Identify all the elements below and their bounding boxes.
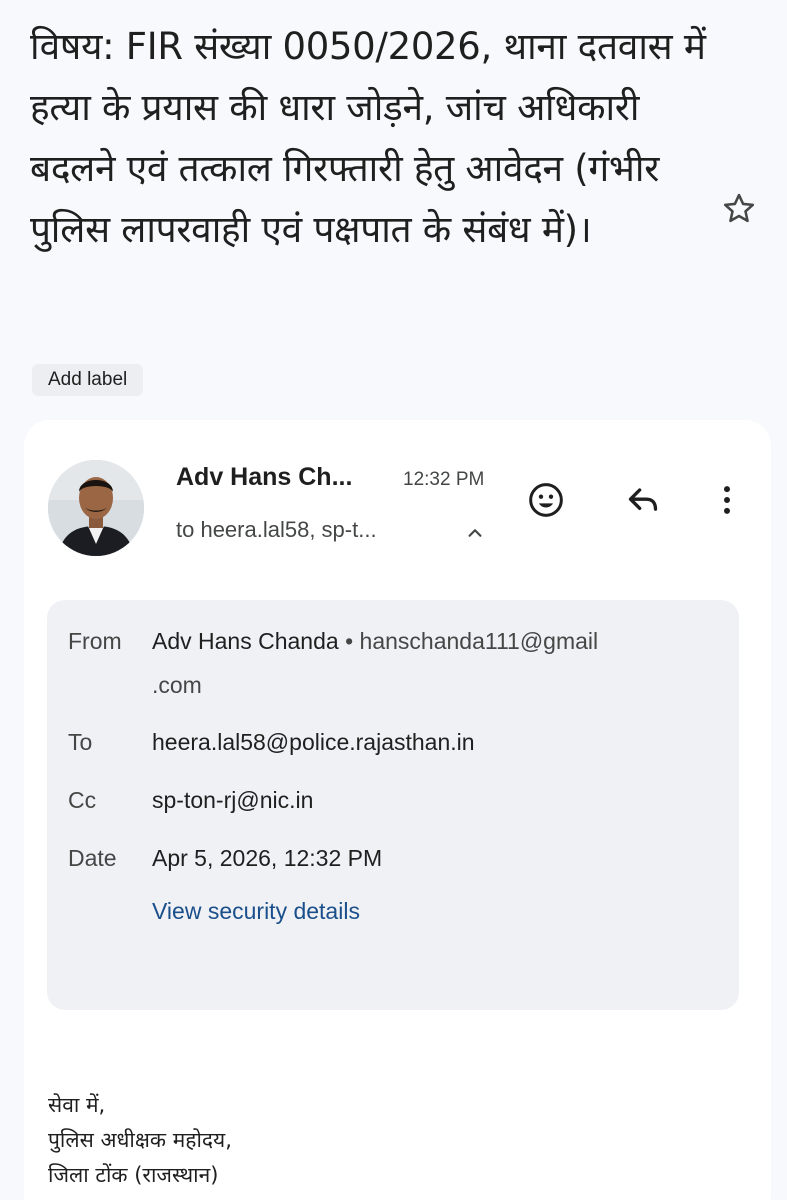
date-value: Apr 5, 2026, 12:32 PM [152, 845, 383, 871]
from-email[interactable]: hanschanda111@gmail [360, 628, 599, 654]
star-button[interactable] [716, 186, 762, 232]
from-label: From [68, 628, 122, 654]
sender-name[interactable]: Adv Hans Ch... [176, 463, 352, 492]
star-icon [723, 193, 755, 223]
more-options-button[interactable] [703, 476, 751, 524]
reply-button[interactable] [619, 476, 667, 524]
body-line: जिला टोंक (राजस्थान) [48, 1163, 219, 1187]
from-email-continued[interactable]: .com [152, 672, 202, 698]
avatar-photo [48, 460, 144, 556]
chevron-up-icon [468, 529, 482, 537]
view-security-details-link[interactable]: View security details [152, 898, 360, 925]
collapse-details-button[interactable] [462, 520, 488, 546]
message-time: 12:32 PM [403, 469, 485, 490]
from-value: Adv Hans Chanda • hanschanda111@gmail .co… [152, 619, 712, 707]
from-name: Adv Hans Chanda [152, 628, 339, 654]
body-line: सेवा में, [48, 1093, 106, 1117]
date-label: Date [68, 845, 117, 871]
react-emoji-button[interactable] [522, 476, 570, 524]
more-vert-icon [724, 486, 730, 514]
reply-icon [628, 488, 658, 511]
sender-avatar[interactable] [48, 460, 144, 556]
emoji-icon [529, 483, 563, 517]
cc-value[interactable]: sp-ton-rj@nic.in [152, 778, 313, 822]
to-value[interactable]: heera.lal58@police.rajasthan.in [152, 720, 475, 764]
cc-label: Cc [68, 787, 97, 813]
to-label: To [68, 729, 93, 755]
add-label-chip[interactable]: Add label [32, 364, 144, 396]
message-body: सेवा में, पुलिस अधीक्षक महोदय, जिला टोंक… [48, 1088, 232, 1193]
subject-row: विषय: FIR संख्या 0050/2026, थाना दतवास म… [30, 16, 710, 260]
from-separator: • [338, 628, 360, 654]
recipients-summary[interactable]: to heera.lal58, sp-t... [176, 517, 377, 543]
body-line: पुलिस अधीक्षक महोदय, [48, 1128, 232, 1152]
email-subject: विषय: FIR संख्या 0050/2026, थाना दतवास म… [30, 25, 706, 251]
